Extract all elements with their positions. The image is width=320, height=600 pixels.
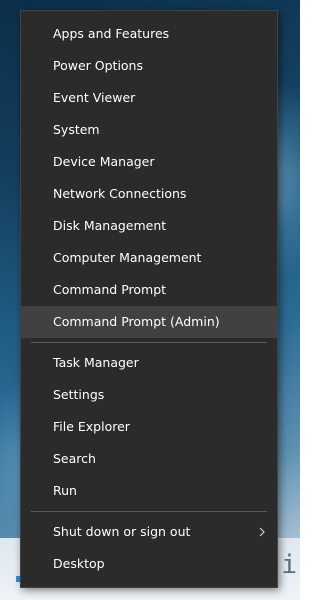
menu-item-search[interactable]: Search — [21, 443, 277, 475]
menu-separator — [31, 511, 267, 512]
menu-separator — [31, 342, 267, 343]
menu-item-run[interactable]: Run — [21, 475, 277, 507]
menu-item-command-prompt[interactable]: Command Prompt — [21, 274, 277, 306]
menu-item-computer-management[interactable]: Computer Management — [21, 242, 277, 274]
menu-item-shut-down-or-sign-out[interactable]: Shut down or sign out — [21, 516, 277, 548]
menu-item-file-explorer[interactable]: File Explorer — [21, 411, 277, 443]
menu-item-power-options[interactable]: Power Options — [21, 50, 277, 82]
chevron-right-icon — [259, 527, 265, 537]
desktop-background: adi Apps and Features Power Options Even… — [0, 0, 300, 600]
menu-item-task-manager[interactable]: Task Manager — [21, 347, 277, 379]
menu-item-device-manager[interactable]: Device Manager — [21, 146, 277, 178]
menu-item-desktop[interactable]: Desktop — [21, 548, 277, 580]
menu-item-command-prompt-admin[interactable]: Command Prompt (Admin) — [21, 306, 277, 338]
menu-item-system[interactable]: System — [21, 114, 277, 146]
power-user-menu: Apps and Features Power Options Event Vi… — [20, 10, 278, 588]
menu-item-network-connections[interactable]: Network Connections — [21, 178, 277, 210]
menu-item-disk-management[interactable]: Disk Management — [21, 210, 277, 242]
menu-item-label: Shut down or sign out — [53, 524, 191, 539]
menu-item-settings[interactable]: Settings — [21, 379, 277, 411]
menu-item-event-viewer[interactable]: Event Viewer — [21, 82, 277, 114]
menu-item-apps-and-features[interactable]: Apps and Features — [21, 18, 277, 50]
